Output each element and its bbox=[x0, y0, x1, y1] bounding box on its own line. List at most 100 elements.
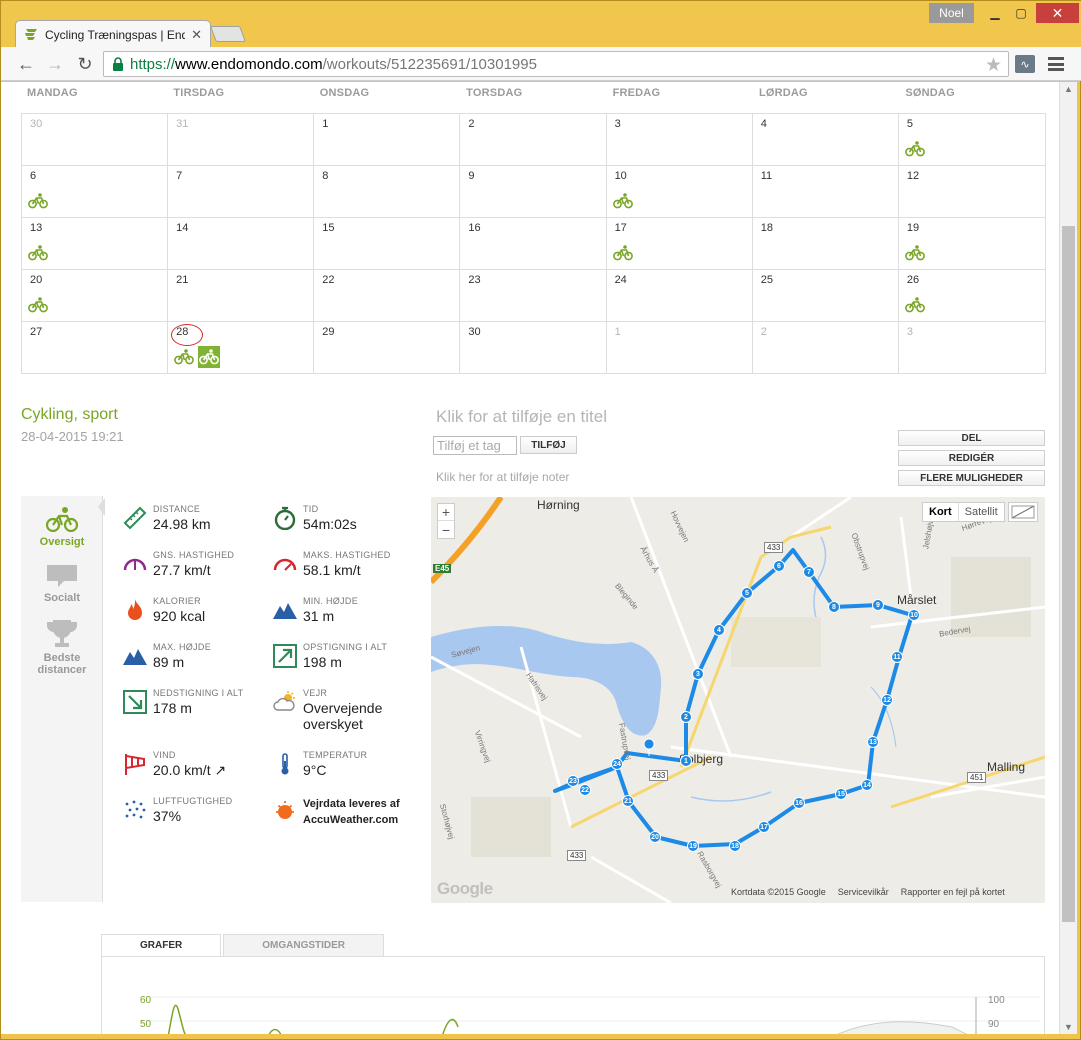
more-options-button[interactable]: FLERE MULIGHEDER bbox=[898, 470, 1045, 486]
map-fullscreen-button[interactable] bbox=[1008, 502, 1038, 522]
route-km-marker[interactable]: 12 bbox=[881, 694, 893, 706]
route-km-marker[interactable]: 18 bbox=[729, 840, 741, 852]
calendar-day[interactable]: 13 bbox=[22, 218, 169, 270]
calendar-day[interactable]: 11 bbox=[752, 166, 899, 218]
tab-close-icon[interactable]: ✕ bbox=[191, 27, 202, 43]
calendar-day[interactable]: 15 bbox=[314, 218, 461, 270]
route-km-marker[interactable]: 20 bbox=[649, 831, 661, 843]
route-km-marker[interactable]: 24 bbox=[611, 758, 623, 770]
route-km-marker[interactable]: 9 bbox=[872, 599, 884, 611]
route-km-marker[interactable]: 16 bbox=[793, 797, 805, 809]
side-nav-overview[interactable]: Oversigt bbox=[21, 506, 103, 548]
zoom-in-button[interactable]: + bbox=[438, 504, 454, 521]
calendar-day[interactable]: 20 bbox=[22, 270, 169, 322]
calendar-day[interactable]: 29 bbox=[314, 322, 461, 374]
route-km-marker[interactable]: 7 bbox=[803, 566, 815, 578]
calendar-day[interactable]: 16 bbox=[460, 218, 607, 270]
calendar-day[interactable]: 10 bbox=[606, 166, 753, 218]
chrome-menu-icon[interactable] bbox=[1047, 55, 1065, 73]
tab-graphs[interactable]: GRAFER bbox=[101, 934, 222, 957]
calendar-day[interactable]: 12 bbox=[898, 166, 1045, 218]
route-km-marker[interactable]: 14 bbox=[861, 779, 873, 791]
calendar-day[interactable]: 3 bbox=[606, 114, 753, 166]
calendar-day[interactable]: 17 bbox=[606, 218, 753, 270]
add-tag-button[interactable]: TILFØJ bbox=[520, 436, 577, 454]
calendar-day[interactable]: 21 bbox=[168, 270, 315, 322]
tag-input[interactable] bbox=[433, 436, 517, 455]
calendar-day[interactable]: 28 bbox=[168, 322, 315, 374]
extension-chart-icon[interactable]: ∿ bbox=[1015, 55, 1035, 73]
map-report-link[interactable]: Rapporter en fejl på kortet bbox=[901, 887, 1005, 897]
zoom-out-button[interactable]: − bbox=[438, 521, 454, 538]
route-km-marker[interactable]: 23 bbox=[567, 775, 579, 787]
route-km-marker[interactable]: 13 bbox=[867, 736, 879, 748]
maximize-icon[interactable]: ▢ bbox=[1008, 3, 1034, 23]
calendar-day[interactable]: 3 bbox=[899, 322, 1045, 374]
calendar-day[interactable]: 23 bbox=[460, 270, 607, 322]
calendar-day[interactable]: 4 bbox=[752, 114, 899, 166]
calendar-day[interactable]: 2 bbox=[460, 114, 607, 166]
scroll-down-icon[interactable]: ▼ bbox=[1064, 1022, 1073, 1032]
weather-provider-link[interactable]: AccuWeather.com bbox=[303, 812, 400, 828]
tab-laps[interactable]: OMGANGSTIDER bbox=[223, 934, 385, 957]
calendar-day[interactable]: 2 bbox=[753, 322, 899, 374]
side-nav-social[interactable]: Socialt bbox=[21, 564, 103, 604]
calendar-day[interactable]: 9 bbox=[460, 166, 607, 218]
minimize-icon[interactable]: ▁ bbox=[982, 3, 1008, 23]
address-bar[interactable]: https://www.endomondo.com/workouts/51223… bbox=[103, 51, 1009, 77]
route-km-marker[interactable]: 11 bbox=[891, 651, 903, 663]
close-window-icon[interactable]: ✕ bbox=[1036, 3, 1079, 23]
route-km-marker[interactable]: 22 bbox=[579, 784, 591, 796]
page-scrollbar[interactable]: ▲ ▼ bbox=[1059, 82, 1077, 1034]
route-km-marker[interactable]: 10 bbox=[908, 609, 920, 621]
route-km-marker[interactable]: 15 bbox=[835, 788, 847, 800]
map-type-map-button[interactable]: Kort bbox=[923, 503, 959, 521]
route-km-marker[interactable]: 8 bbox=[828, 601, 840, 613]
route-km-marker[interactable]: 5 bbox=[741, 587, 753, 599]
map-type-satellite-button[interactable]: Satellit bbox=[959, 503, 1004, 521]
calendar-day[interactable]: 5 bbox=[898, 114, 1045, 166]
bookmark-star-icon[interactable]: ★ bbox=[985, 54, 1002, 77]
share-button[interactable]: DEL bbox=[898, 430, 1045, 446]
calendar-day[interactable]: 1 bbox=[607, 322, 753, 374]
route-km-marker[interactable]: 1 bbox=[680, 755, 692, 767]
calendar-day[interactable]: 25 bbox=[752, 270, 899, 322]
tab-active[interactable]: Cycling Træningspas | Endomondo ✕ bbox=[15, 20, 211, 48]
selected-workout-icon[interactable] bbox=[198, 346, 221, 368]
route-km-marker[interactable]: 17 bbox=[758, 821, 770, 833]
route-km-marker[interactable]: 21 bbox=[622, 795, 634, 807]
workout-date: 28-04-2015 19:21 bbox=[21, 429, 124, 444]
calendar-day[interactable]: 24 bbox=[606, 270, 753, 322]
calendar-day[interactable]: 31 bbox=[168, 114, 315, 166]
new-tab-button[interactable] bbox=[210, 26, 246, 42]
calendar-day[interactable]: 6 bbox=[22, 166, 169, 218]
calendar-day[interactable]: 18 bbox=[752, 218, 899, 270]
route-km-marker[interactable]: 4 bbox=[713, 624, 725, 636]
calendar-day[interactable]: 30 bbox=[22, 114, 169, 166]
calendar-day[interactable]: 1 bbox=[314, 114, 461, 166]
scroll-thumb[interactable] bbox=[1062, 226, 1075, 922]
calendar-day[interactable]: 14 bbox=[168, 218, 315, 270]
route-km-marker[interactable]: 19 bbox=[687, 840, 699, 852]
reload-icon[interactable]: ↻ bbox=[74, 53, 96, 75]
route-km-marker[interactable]: 2 bbox=[680, 711, 692, 723]
map-terms-link[interactable]: Servicevilkår bbox=[838, 887, 889, 897]
route-km-marker[interactable]: 3 bbox=[692, 668, 704, 680]
side-nav-best-distances[interactable]: Bedste distancer bbox=[21, 620, 103, 676]
add-title-link[interactable]: Klik for at tilføje en titel bbox=[436, 407, 607, 427]
calendar-day[interactable]: 30 bbox=[460, 322, 607, 374]
add-notes-link[interactable]: Klik her for at tilføje noter bbox=[436, 470, 569, 484]
route-km-marker[interactable]: 6 bbox=[773, 560, 785, 572]
calendar-day[interactable]: 8 bbox=[314, 166, 461, 218]
edit-button[interactable]: REDIGÉR bbox=[898, 450, 1045, 466]
scroll-up-icon[interactable]: ▲ bbox=[1064, 84, 1073, 94]
calendar-day[interactable]: 27 bbox=[22, 322, 169, 374]
calendar-day[interactable]: 7 bbox=[168, 166, 315, 218]
back-arrow-icon[interactable]: ← bbox=[15, 53, 37, 75]
forward-arrow-icon[interactable]: → bbox=[44, 53, 66, 75]
route-map[interactable]: Hørning Mårslet Malling Solbjerg Søvejen… bbox=[431, 497, 1045, 903]
calendar-day[interactable]: 26 bbox=[898, 270, 1045, 322]
user-profile-badge[interactable]: Noel bbox=[929, 3, 974, 23]
calendar-day[interactable]: 22 bbox=[314, 270, 461, 322]
calendar-day[interactable]: 19 bbox=[898, 218, 1045, 270]
